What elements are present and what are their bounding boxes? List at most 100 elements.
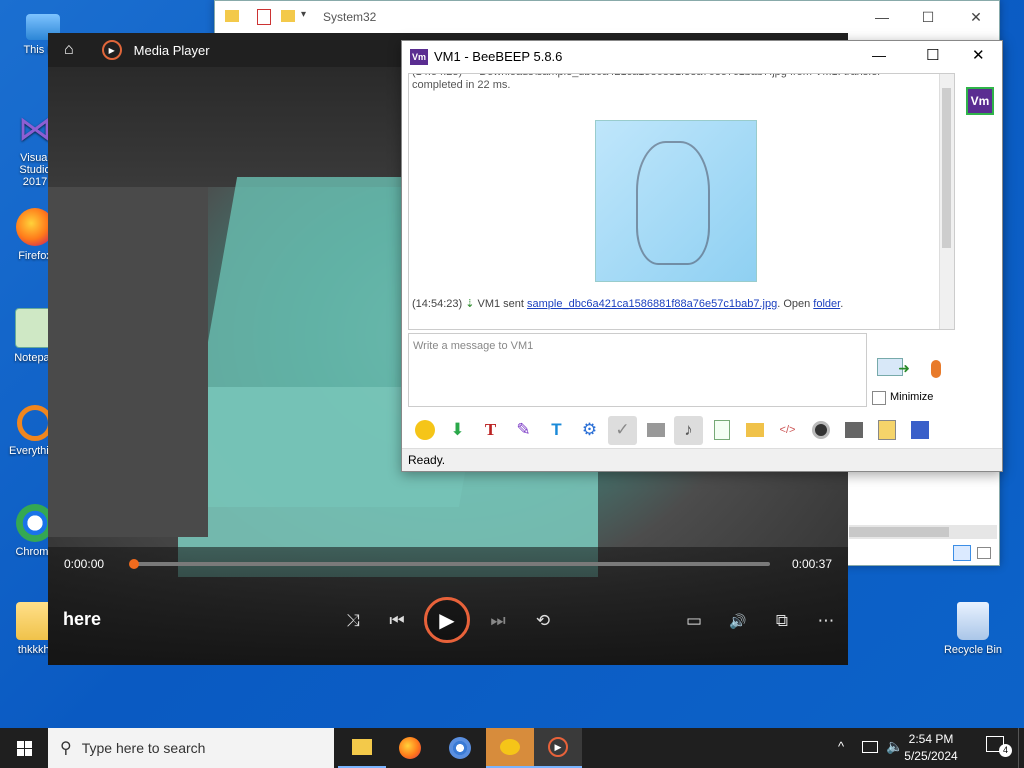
play-button[interactable]: ▶ bbox=[424, 597, 470, 643]
file-send-icon bbox=[713, 420, 730, 440]
sound-button[interactable]: ♪ bbox=[674, 415, 703, 445]
next-button[interactable]: ⏭ bbox=[484, 607, 512, 635]
file-link[interactable]: sample_dbc6a421ca1586881f88a76e57c1bab7.… bbox=[527, 298, 777, 310]
palette-icon: ✎ bbox=[516, 420, 531, 439]
text-box-icon bbox=[646, 423, 665, 437]
total-time: 0:00:37 bbox=[791, 557, 832, 571]
message-input[interactable]: Write a message to VM1 bbox=[408, 333, 867, 407]
beebeep-maximize-button[interactable]: ☐ bbox=[926, 46, 939, 64]
html-icon: </> bbox=[779, 424, 796, 436]
tray-chevron-up-icon[interactable]: ^ bbox=[838, 739, 844, 754]
send-icon: ➜ bbox=[877, 358, 910, 376]
gear-icon: ⚙ bbox=[581, 420, 598, 439]
font-button[interactable]: T bbox=[476, 416, 505, 445]
emoji-button[interactable] bbox=[410, 416, 439, 445]
explorer-close-button[interactable]: ✕ bbox=[953, 1, 999, 33]
send-button[interactable]: ➜ bbox=[874, 353, 910, 381]
current-time: 0:00:00 bbox=[64, 557, 105, 571]
word-complete-button[interactable] bbox=[641, 416, 670, 445]
taskbar-chrome[interactable] bbox=[436, 728, 484, 768]
explorer-details-view-icon[interactable] bbox=[953, 545, 971, 561]
previous-button[interactable]: ⏮ bbox=[383, 607, 411, 635]
show-desktop-button[interactable] bbox=[1018, 728, 1024, 768]
smiley-icon bbox=[414, 420, 435, 440]
voice-message-button[interactable] bbox=[922, 353, 950, 385]
received-image[interactable] bbox=[595, 120, 757, 282]
save-as-button[interactable] bbox=[905, 416, 934, 445]
repeat-button[interactable]: ⟲ bbox=[529, 607, 557, 635]
explorer-horizontal-scrollbar[interactable] bbox=[849, 525, 997, 539]
music-note-icon: ♪ bbox=[684, 420, 693, 439]
more-options-button[interactable]: ⋯ bbox=[812, 607, 840, 635]
chat-area[interactable]: (14:54:23) — Downloads\sample_dbc6a421ca… bbox=[408, 73, 955, 330]
subtitles-button[interactable]: ▭ bbox=[680, 607, 708, 635]
save-download-button[interactable]: ⬇ bbox=[443, 416, 472, 445]
font-color-button[interactable]: ✎ bbox=[509, 416, 538, 445]
chat-header-partial: (14:54:23) — Downloads\sample_dbc6a421ca… bbox=[412, 74, 881, 91]
beebeep-title: VM1 - BeeBEEP 5.8.6 bbox=[434, 49, 563, 64]
miniplayer-button[interactable]: ⧉ bbox=[768, 607, 796, 635]
explorer-path: System32 bbox=[323, 10, 377, 24]
home-icon[interactable]: ⌂ bbox=[64, 41, 74, 59]
camera-icon bbox=[811, 421, 830, 439]
chevron-down-icon[interactable]: ▾ bbox=[301, 9, 306, 20]
folder-icon[interactable] bbox=[281, 10, 295, 22]
send-folder-button[interactable] bbox=[740, 416, 769, 445]
clock-time: 2:54 PM bbox=[908, 732, 954, 746]
progress-bar[interactable] bbox=[129, 559, 770, 569]
media-player-title: Media Player bbox=[133, 42, 210, 58]
beebeep-toolbar: ⬇ T ✎ T ⚙ ✓ ♪ </> bbox=[410, 413, 934, 447]
explorer-maximize-button[interactable]: ☐ bbox=[905, 1, 951, 33]
notification-center-button[interactable]: 4 bbox=[986, 736, 1012, 760]
notification-count-badge: 4 bbox=[999, 744, 1012, 757]
desktop-icon-recycle-bin[interactable]: Recycle Bin bbox=[938, 602, 1008, 656]
beebeep-window: Vm VM1 - BeeBEEP 5.8.6 — ☐ ✕ (14:54:23) … bbox=[401, 40, 1003, 472]
desktop-icon-label: Recycle Bin bbox=[943, 644, 1003, 656]
beebeep-minimize-button[interactable]: — bbox=[872, 47, 886, 63]
play-icon: ▶ bbox=[439, 609, 455, 632]
folder-link[interactable]: folder bbox=[813, 298, 840, 310]
chat-scrollbar[interactable] bbox=[939, 74, 954, 329]
taskbar-clock[interactable]: 2:54 PM 5/25/2024 bbox=[896, 731, 966, 765]
folder-icon bbox=[225, 10, 239, 22]
save-chat-button[interactable] bbox=[872, 416, 901, 445]
microphone-icon bbox=[931, 360, 941, 378]
network-icon[interactable] bbox=[862, 741, 878, 753]
taskbar-search-box[interactable]: ⚲ Type here to search bbox=[48, 728, 334, 768]
folder-send-icon bbox=[745, 423, 764, 437]
text-format-button[interactable]: T bbox=[542, 416, 571, 445]
shuffle-button[interactable]: ⤨ bbox=[339, 607, 367, 635]
beebeep-close-button[interactable]: ✕ bbox=[972, 46, 985, 64]
clear-chat-button[interactable] bbox=[839, 416, 868, 445]
screenshot-button[interactable] bbox=[806, 416, 835, 445]
send-file-button[interactable] bbox=[707, 416, 736, 445]
font-icon: T bbox=[484, 420, 497, 439]
minimize-checkbox[interactable] bbox=[872, 391, 886, 405]
avatar-label: Vm bbox=[970, 94, 990, 108]
volume-button[interactable]: 🔊 bbox=[724, 607, 752, 635]
taskbar-file-explorer[interactable] bbox=[338, 728, 386, 768]
settings-button[interactable]: ⚙ bbox=[575, 416, 604, 445]
chat-message: (14:54:23) ⇣ VM1 sent sample_dbc6a421ca1… bbox=[412, 298, 844, 310]
beebeep-titlebar: Vm VM1 - BeeBEEP 5.8.6 — ☐ ✕ bbox=[402, 41, 1002, 72]
taskbar-beebeep[interactable] bbox=[486, 728, 534, 768]
html-button[interactable]: </> bbox=[773, 416, 802, 445]
taskbar-media-player[interactable]: ▶ bbox=[534, 728, 582, 768]
message-sender: VM1 sent bbox=[477, 298, 524, 310]
taskbar: ⚲ Type here to search ▶ ^ 🔈 2:54 PM 5/25… bbox=[0, 728, 1024, 768]
spellcheck-button[interactable]: ✓ bbox=[608, 415, 637, 445]
taskbar-firefox[interactable] bbox=[386, 728, 434, 768]
media-player-logo-icon: ▶ bbox=[101, 40, 122, 60]
start-button[interactable] bbox=[0, 728, 48, 768]
explorer-minimize-button[interactable]: — bbox=[859, 1, 905, 33]
user-avatar[interactable]: Vm bbox=[966, 87, 994, 115]
clock-date: 5/25/2024 bbox=[904, 749, 958, 763]
download-icon: ⇣ bbox=[465, 298, 475, 310]
beebeep-logo-icon: Vm bbox=[410, 48, 428, 65]
text-format-icon: T bbox=[551, 420, 562, 439]
checklist-icon[interactable] bbox=[257, 9, 271, 25]
bee-icon bbox=[500, 739, 520, 755]
explorer-large-icons-view-icon[interactable] bbox=[977, 547, 991, 559]
progress-thumb[interactable] bbox=[129, 559, 139, 569]
message-input-placeholder: Write a message to VM1 bbox=[413, 340, 534, 352]
